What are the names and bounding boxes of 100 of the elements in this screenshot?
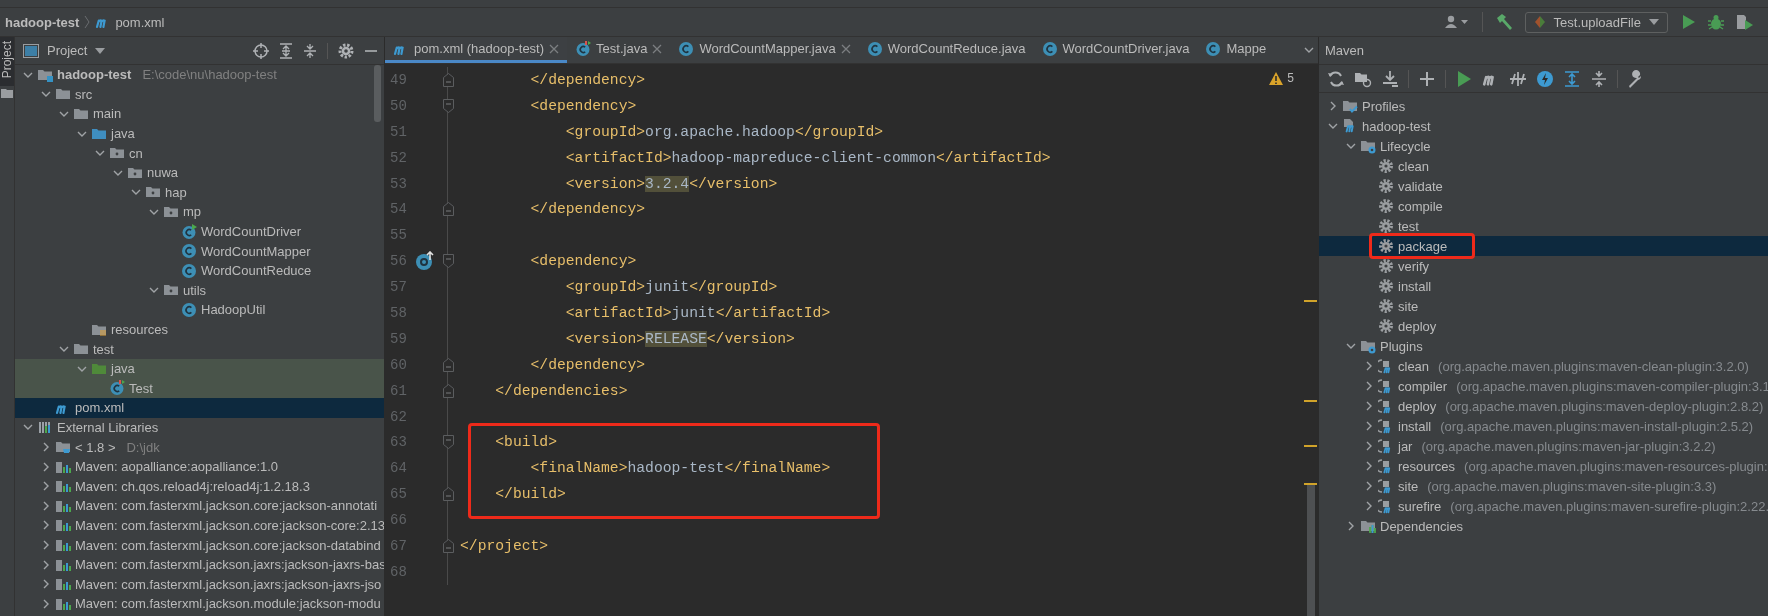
chevron-icon[interactable] <box>41 579 51 590</box>
project-tree-item[interactable]: HadoopUtil <box>15 300 384 320</box>
chevron-icon[interactable] <box>1328 121 1338 131</box>
project-tree-item[interactable]: pom.xml <box>15 398 384 418</box>
bug-icon[interactable] <box>1708 14 1724 30</box>
implementation-marker-icon[interactable] <box>414 251 435 272</box>
fold-icon[interactable] <box>442 487 454 502</box>
skip-tests-icon[interactable] <box>1509 69 1527 88</box>
project-view-selector[interactable]: Project <box>23 43 247 58</box>
fold-icon[interactable] <box>442 435 454 450</box>
download-icon[interactable] <box>1381 69 1399 88</box>
maven-tree-item[interactable]: surefire (org.apache.maven.plugins:maven-surefire-plugin:2.22. <box>1319 496 1768 516</box>
project-tree-item[interactable]: WordCountReduce <box>15 260 384 281</box>
maven-tree-item[interactable]: deploy (org.apache.maven.plugins:maven-deploy-plugin:2.8.2) <box>1319 396 1768 416</box>
project-tree-item[interactable]: java <box>15 358 384 379</box>
project-tree-item[interactable]: resources <box>15 319 384 340</box>
chevron-icon[interactable] <box>1364 441 1374 451</box>
project-tree-item[interactable]: WordCountDriver <box>15 221 384 242</box>
maven-tree-item[interactable]: Profiles <box>1319 96 1768 116</box>
collapse-all-icon[interactable] <box>1590 69 1608 88</box>
maven-tree-item[interactable]: jar (org.apache.maven.plugins:maven-jar-plugin:3.2.2) <box>1319 436 1768 456</box>
chevron-icon[interactable] <box>1364 381 1374 391</box>
maven-tree-item[interactable]: resources (org.apache.maven.plugins:maven-resources-plugin: <box>1319 456 1768 476</box>
chevron-icon[interactable] <box>41 540 51 551</box>
maven-tree-item[interactable]: compile <box>1319 196 1768 216</box>
locate-icon[interactable] <box>253 42 269 59</box>
chevron-icon[interactable] <box>1346 141 1356 151</box>
close-icon[interactable] <box>840 43 851 54</box>
fold-icon[interactable] <box>442 538 454 553</box>
maven-tree-item[interactable]: verify <box>1319 256 1768 276</box>
maven-tree-item[interactable]: validate <box>1319 176 1768 196</box>
maven-tree-item[interactable]: install (org.apache.maven.plugins:maven-install-plugin:2.5.2) <box>1319 416 1768 436</box>
run-configuration-dropdown[interactable]: Test.uploadFile <box>1524 11 1668 33</box>
maven-tree-item[interactable]: clean <box>1319 156 1768 176</box>
maven-tree-item[interactable]: clean (org.apache.maven.plugins:maven-clean-plugin:3.2.0) <box>1319 356 1768 376</box>
chevron-icon[interactable] <box>59 109 69 119</box>
chevron-icon[interactable] <box>41 598 51 609</box>
project-tree-item[interactable]: mp <box>15 202 384 222</box>
user-icon[interactable] <box>1443 14 1470 30</box>
fold-icon[interactable] <box>442 72 454 87</box>
maven-tree-item[interactable]: hadoop-test <box>1319 116 1768 136</box>
project-tree-item[interactable]: src <box>15 84 384 105</box>
fold-icon[interactable] <box>442 254 454 269</box>
maven-tree-item[interactable]: site <box>1319 296 1768 316</box>
lightning-icon[interactable] <box>1536 69 1554 88</box>
chevron-icon[interactable] <box>1364 481 1374 491</box>
project-tree-item[interactable]: cn <box>15 143 384 163</box>
project-tree-item[interactable]: hap <box>15 182 384 203</box>
refresh-icon[interactable] <box>1327 69 1345 88</box>
expand-all-icon[interactable] <box>1563 69 1581 88</box>
maven-tree-item[interactable]: Plugins <box>1319 336 1768 356</box>
settings-icon[interactable] <box>338 42 354 59</box>
maven-tree-item[interactable]: Lifecycle <box>1319 136 1768 156</box>
project-tree-item[interactable]: Maven: com.fasterxml.jackson.core:jackson-core:2.13 <box>15 515 384 536</box>
breadcrumb[interactable]: hadoop-test <box>5 14 80 30</box>
project-tree-item[interactable]: java <box>15 123 384 144</box>
tool-window-tab[interactable]: Project <box>0 37 14 87</box>
close-icon[interactable] <box>652 43 663 54</box>
chevron-icon[interactable] <box>1346 521 1356 531</box>
project-tree-item[interactable]: Test <box>15 378 384 399</box>
chevron-icon[interactable] <box>41 461 51 472</box>
expand-all-icon[interactable] <box>279 42 293 59</box>
project-tree-item[interactable]: Maven: com.fasterxml.jackson.module:jackson-modu <box>15 594 384 614</box>
project-tree-item[interactable]: Maven: com.fasterxml.jackson.core:jackson-databind <box>15 535 384 555</box>
hammer-icon[interactable] <box>1494 13 1513 31</box>
maven-tree-item[interactable]: test <box>1319 216 1768 236</box>
chevron-icon[interactable] <box>1364 501 1374 511</box>
breadcrumb[interactable]: pom.xml <box>95 14 165 30</box>
project-tree-item[interactable]: External Libraries <box>15 417 384 438</box>
project-tree-item[interactable]: Maven: ch.qos.reload4j:reload4j:1.2.18.3 <box>15 476 384 497</box>
scrollbar[interactable] <box>374 65 381 122</box>
fold-icon[interactable] <box>442 98 454 113</box>
maven-tree-item[interactable]: site (org.apache.maven.plugins:maven-site-plugin:3.3) <box>1319 476 1768 496</box>
project-tree-item[interactable]: Maven: com.fasterxml.jackson.jaxrs:jackson-jaxrs-jso <box>15 574 384 595</box>
chevron-icon[interactable] <box>41 481 51 492</box>
chevron-icon[interactable] <box>41 520 51 531</box>
project-tree-item[interactable]: WordCountMapper <box>15 241 384 261</box>
project-tree-item[interactable]: Maven: aopalliance:aopalliance:1.0 <box>15 456 384 477</box>
maven-tree-item[interactable]: package <box>1319 236 1768 256</box>
chevron-icon[interactable] <box>1346 341 1356 351</box>
collapse-all-icon[interactable] <box>303 42 317 59</box>
project-tree-item[interactable]: main <box>15 104 384 124</box>
chevron-icon[interactable] <box>1364 461 1374 471</box>
chevron-icon[interactable] <box>1328 101 1338 111</box>
close-icon[interactable] <box>549 43 560 54</box>
fold-icon[interactable] <box>442 202 454 217</box>
project-tree-item[interactable]: utils <box>15 280 384 301</box>
tab-list-chevron-icon[interactable] <box>1304 45 1314 55</box>
inspection-widget[interactable]: 5 <box>1263 70 1300 86</box>
run-icon[interactable] <box>1455 69 1473 88</box>
project-tree-item[interactable]: Maven: com.fasterxml.jackson.core:jackson-annotati <box>15 496 384 516</box>
add-icon[interactable] <box>1418 69 1436 88</box>
chevron-icon[interactable] <box>1364 421 1374 431</box>
chevron-icon[interactable] <box>41 500 51 511</box>
coverage-icon[interactable] <box>1736 14 1754 30</box>
chevron-icon[interactable] <box>41 559 51 570</box>
fold-icon[interactable] <box>442 357 454 372</box>
maven-tree-item[interactable]: install <box>1319 276 1768 296</box>
project-tree-item[interactable]: test <box>15 339 384 359</box>
project-tree-item[interactable]: hadoop-test E:\code\nu\hadoop-test <box>15 65 384 85</box>
